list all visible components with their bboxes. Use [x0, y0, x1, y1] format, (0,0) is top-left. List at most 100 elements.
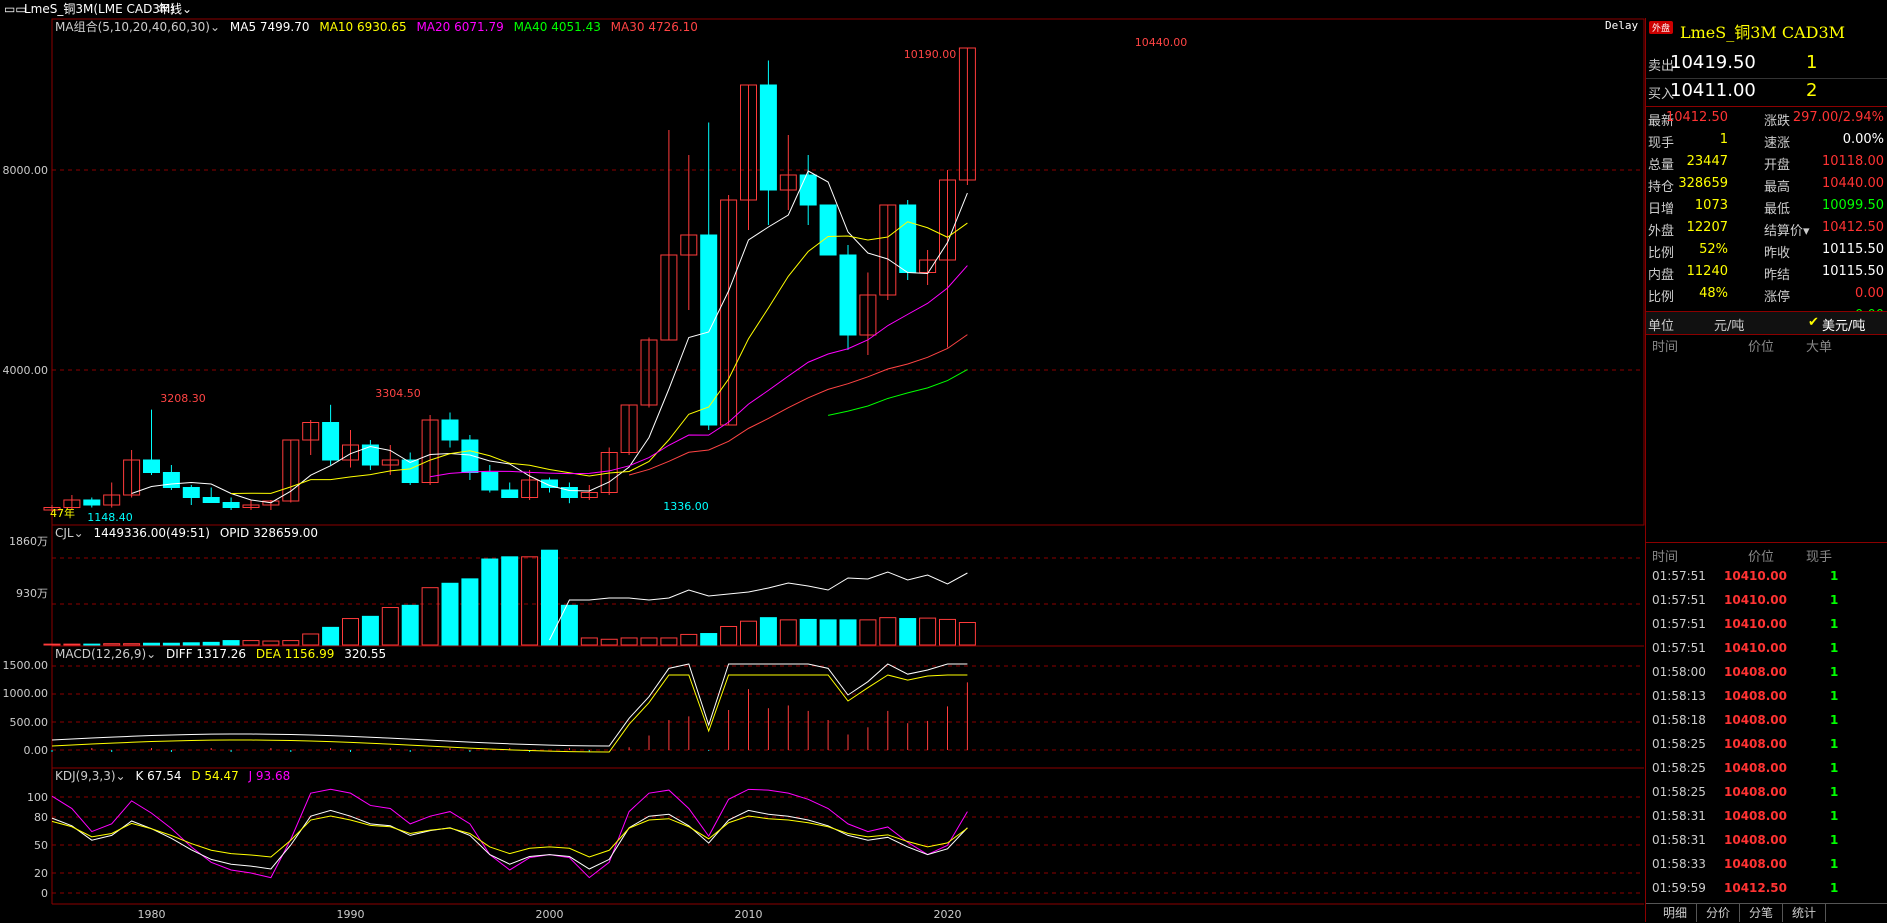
tick-qty: 1 [1830, 665, 1839, 679]
sell-row[interactable]: 卖出 10419.50 1 [1646, 51, 1887, 79]
big-order-header: 时间 价位 大单 [1646, 334, 1887, 355]
tick-time: 01:57:51 [1652, 617, 1706, 631]
tick-qty: 1 [1830, 857, 1839, 871]
quote-table: 最新 10412.50 涨跌 297.00/2.94% 现手 1 速涨 0.00%… [1646, 107, 1887, 327]
tick-qty: 1 [1830, 569, 1839, 583]
tick-row[interactable]: 01:58:25 10408.00 1 [1646, 734, 1887, 756]
unit-label: 单位 [1648, 319, 1675, 334]
tick-qty: 1 [1830, 617, 1839, 631]
tick-time: 01:59:59 [1652, 881, 1706, 895]
macd-legend: MACD(12,26,9)⌄ DIFF 1317.26 DEA 1156.99 … [55, 647, 386, 661]
y-tick-label: 0.00 [24, 744, 49, 757]
chevron-down-icon: ⌄ [182, 2, 193, 16]
tab-3[interactable]: 统计 [1783, 904, 1826, 922]
ticks-table[interactable]: 01:57:51 10410.00 1 01:57:51 10410.00 1 01… [1646, 566, 1887, 906]
volume-label[interactable]: CJL⌄ [55, 526, 84, 540]
quote-label: 最低 [1764, 202, 1791, 217]
candle-body [162, 472, 180, 488]
tick-row[interactable]: 01:58:25 10408.00 1 [1646, 782, 1887, 804]
annotation-low: 1148.40 [87, 511, 133, 524]
candle-body [83, 499, 101, 506]
quote-label: 比例 [1648, 246, 1675, 261]
quote-value: 10440.00 [1821, 176, 1884, 191]
volume-bar [421, 587, 439, 646]
tick-row[interactable]: 01:59:59 10412.50 1 [1646, 878, 1887, 900]
chart-canvas[interactable]: 8000.004000.001860万930万1500.001000.00500… [0, 18, 1645, 922]
tick-row[interactable]: 01:58:00 10408.00 1 [1646, 662, 1887, 684]
volume-label-text: CJL [55, 526, 74, 540]
quote-label: 涨停 [1764, 290, 1791, 305]
tick-price: 10410.00 [1724, 617, 1788, 631]
unit-option-usd[interactable]: 美元/吨 [1822, 315, 1865, 334]
tick-row[interactable]: 01:58:33 10408.00 1 [1646, 854, 1887, 876]
tick-time: 01:58:00 [1652, 665, 1706, 679]
tick-qty: 1 [1830, 689, 1839, 703]
chevron-down-icon: ⌄ [209, 20, 221, 34]
kdj-label[interactable]: KDJ(9,3,3)⌄ [55, 769, 126, 783]
macd-dea-line [51, 674, 968, 753]
quote-label: 昨结 [1764, 268, 1791, 283]
volume-bar [441, 582, 459, 646]
ma-label[interactable]: MA组合(5,10,20,40,60,30)⌄ [55, 20, 220, 34]
macd-label[interactable]: MACD(12,26,9)⌄ [55, 647, 156, 661]
volume-bar [381, 607, 399, 646]
quote-label: 涨跌 [1764, 114, 1791, 129]
unit-option-cny[interactable]: 元/吨 [1714, 315, 1744, 334]
volume-bar [361, 615, 379, 646]
tick-row[interactable]: 01:57:51 10410.00 1 [1646, 638, 1887, 660]
quote-value: 297.00/2.94% [1792, 110, 1884, 125]
tick-row[interactable]: 01:57:51 10410.00 1 [1646, 614, 1887, 636]
tick-time: 01:57:51 [1652, 569, 1706, 583]
buy-row[interactable]: 买入 10411.00 2 [1646, 79, 1887, 107]
quote-row: 持仓 328659 最高 10440.00 [1646, 173, 1887, 195]
tick-time: 01:57:51 [1652, 593, 1706, 607]
tick-qty: 1 [1830, 593, 1839, 607]
tab-0[interactable]: 明细 [1654, 904, 1697, 922]
volume-bar [899, 618, 917, 646]
delay-label: Delay [1605, 19, 1639, 32]
ticks-header: 时间 价位 现手 [1646, 544, 1887, 565]
candle-body [182, 487, 200, 498]
kdj-d-line [51, 815, 968, 858]
quote-label: 速涨 [1764, 136, 1791, 151]
quote-label: 外盘 [1648, 224, 1675, 239]
quote-value: 10412.50 [1821, 220, 1884, 235]
tick-time: 01:58:18 [1652, 713, 1706, 727]
tick-row[interactable]: 01:58:31 10408.00 1 [1646, 830, 1887, 852]
tick-row[interactable]: 01:57:51 10410.00 1 [1646, 590, 1887, 612]
tick-time: 01:58:25 [1652, 761, 1706, 775]
volume-bar [958, 622, 976, 646]
quote-value: 0.00% [1842, 132, 1884, 147]
quote-row: 最新 10412.50 涨跌 297.00/2.94% [1646, 107, 1887, 129]
tick-row[interactable]: 01:57:51 10410.00 1 [1646, 566, 1887, 588]
tick-row[interactable]: 01:58:31 10408.00 1 [1646, 806, 1887, 828]
y-tick-label: 4000.00 [3, 364, 49, 377]
volume-bar [63, 643, 81, 646]
macd-label-text: MACD(12,26,9) [55, 647, 147, 661]
y-tick-label: 80 [34, 811, 48, 824]
chevron-down-icon: ⌄ [146, 647, 157, 661]
ma20-value: MA20 6071.79 [416, 20, 504, 34]
candle-body [541, 479, 558, 488]
period-selector[interactable]: 年线⌄ [158, 0, 192, 18]
window-title: LmeS_铜3M(LME CAD3M) [24, 2, 175, 16]
y-tick-label: 50 [34, 839, 48, 852]
quote-value: 1 [1719, 132, 1728, 147]
tab-1[interactable]: 分价 [1697, 904, 1740, 922]
tick-row[interactable]: 01:58:25 10408.00 1 [1646, 758, 1887, 780]
tick-row[interactable]: 01:58:13 10408.00 1 [1646, 686, 1887, 708]
tick-price: 10408.00 [1724, 737, 1788, 751]
divider [1646, 542, 1887, 543]
candle-body [839, 254, 857, 336]
volume-bar [680, 633, 698, 646]
col-time: 时间 [1652, 550, 1679, 565]
ma40-value: MA40 4051.43 [513, 20, 601, 34]
ma10-line [231, 221, 968, 494]
tab-2[interactable]: 分笔 [1740, 904, 1783, 922]
tick-row[interactable]: 01:58:18 10408.00 1 [1646, 710, 1887, 732]
volume-bar [759, 617, 777, 646]
tick-price: 10410.00 [1724, 569, 1788, 583]
tick-qty: 1 [1830, 713, 1839, 727]
x-axis-label: 1980 [138, 908, 166, 921]
annotation-high: 3304.50 [375, 387, 421, 400]
